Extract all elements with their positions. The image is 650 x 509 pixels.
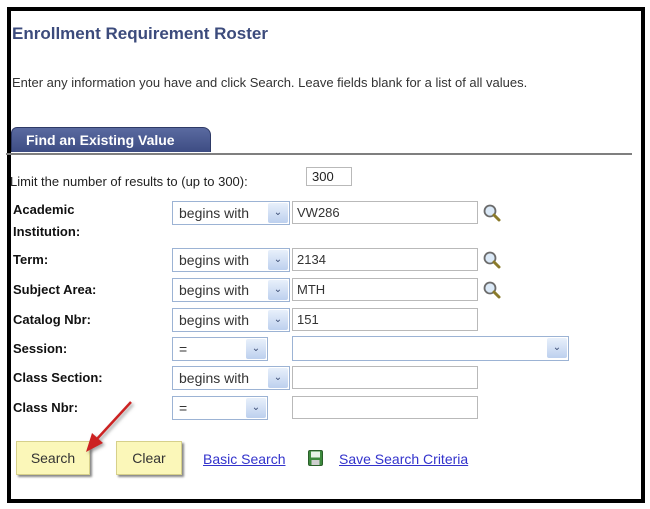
catalog-nbr-operator-select[interactable]: begins with ⌄ <box>172 308 290 332</box>
term-input[interactable] <box>292 248 478 271</box>
subject-area-input[interactable] <box>292 278 478 301</box>
academic-institution-operator-select[interactable]: begins with ⌄ <box>172 201 290 225</box>
limit-input[interactable] <box>306 167 352 186</box>
operator-value: begins with <box>179 312 250 328</box>
label-line-1: Academic <box>13 202 75 217</box>
chevron-down-icon[interactable]: ⌄ <box>268 280 288 300</box>
class-section-input[interactable] <box>292 366 478 389</box>
chevron-down-icon[interactable]: ⌄ <box>547 338 567 358</box>
tab-bar: Find an Existing Value <box>6 123 632 155</box>
class-section-operator-select[interactable]: begins with ⌄ <box>172 366 290 390</box>
academic-institution-input[interactable] <box>292 201 478 224</box>
clear-button[interactable]: Clear <box>116 441 182 475</box>
chevron-down-icon[interactable]: ⌄ <box>268 203 288 223</box>
operator-value: begins with <box>179 282 250 298</box>
chevron-down-icon[interactable]: ⌄ <box>268 368 288 388</box>
class-nbr-input[interactable] <box>292 396 478 419</box>
basic-search-link[interactable]: Basic Search <box>203 451 285 467</box>
save-search-criteria-link[interactable]: Save Search Criteria <box>339 451 468 467</box>
chevron-down-icon[interactable]: ⌄ <box>268 310 288 330</box>
magnifier-icon[interactable] <box>482 203 502 223</box>
term-operator-select[interactable]: begins with ⌄ <box>172 248 290 272</box>
operator-value: begins with <box>179 370 250 386</box>
chevron-down-icon[interactable]: ⌄ <box>246 339 266 359</box>
page-title: Enrollment Requirement Roster <box>12 24 268 43</box>
operator-value: = <box>179 400 188 416</box>
operator-value: begins with <box>179 252 250 268</box>
session-value-select[interactable]: ⌄ <box>292 336 569 361</box>
subject-area-operator-select[interactable]: begins with ⌄ <box>172 278 290 302</box>
operator-value: begins with <box>179 205 250 221</box>
floppy-disk-icon[interactable] <box>308 450 323 466</box>
search-button[interactable]: Search <box>16 441 90 475</box>
instructions-text: Enter any information you have and click… <box>12 75 528 90</box>
catalog-nbr-input[interactable] <box>292 308 478 331</box>
magnifier-icon[interactable] <box>482 250 502 270</box>
operator-value: = <box>179 341 188 357</box>
magnifier-icon[interactable] <box>482 280 502 300</box>
label-academic-institution: Academic Institution: <box>13 199 80 243</box>
label-class-nbr: Class Nbr: <box>13 400 79 415</box>
chevron-down-icon[interactable]: ⌄ <box>268 250 288 270</box>
label-term: Term: <box>13 252 49 267</box>
session-operator-select[interactable]: = ⌄ <box>172 337 268 361</box>
limit-label: Limit the number of results to (up to 30… <box>10 174 248 189</box>
chevron-down-icon[interactable]: ⌄ <box>246 398 266 418</box>
label-session: Session: <box>13 341 68 356</box>
label-class-section: Class Section: <box>13 370 103 385</box>
label-catalog-nbr: Catalog Nbr: <box>13 312 91 327</box>
class-nbr-operator-select[interactable]: = ⌄ <box>172 396 268 420</box>
label-subject-area: Subject Area: <box>13 282 97 297</box>
tab-find-existing-value[interactable]: Find an Existing Value <box>11 127 211 152</box>
label-line-2: Institution: <box>13 224 81 239</box>
